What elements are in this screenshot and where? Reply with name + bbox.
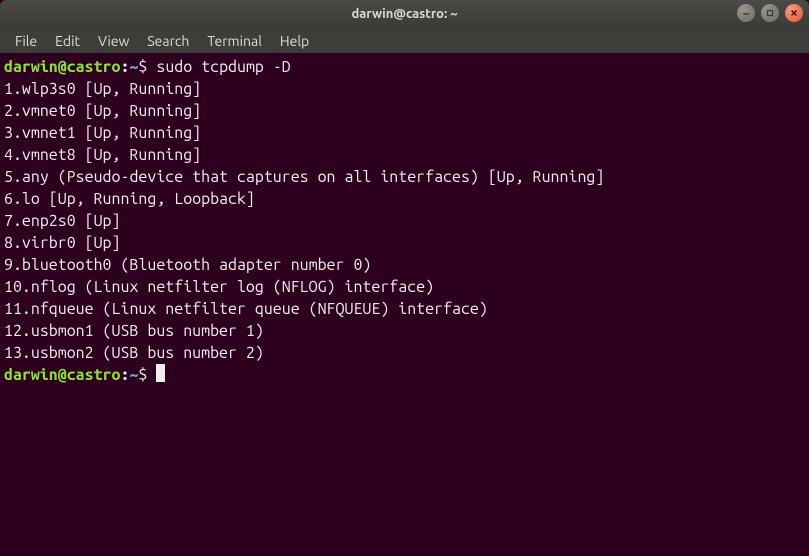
- output-line: 9.bluetooth0 (Bluetooth adapter number 0…: [4, 254, 805, 276]
- prompt-userhost: darwin@castro: [4, 58, 120, 76]
- output-line: 13.usbmon2 (USB bus number 2): [4, 342, 805, 364]
- output-line: 8.virbr0 [Up]: [4, 232, 805, 254]
- output-line: 5.any (Pseudo-device that captures on al…: [4, 166, 805, 188]
- close-icon: [790, 9, 798, 17]
- maximize-icon: [766, 9, 774, 17]
- command: sudo tcpdump -D: [156, 58, 290, 76]
- menu-view[interactable]: View: [89, 30, 138, 52]
- close-button[interactable]: [785, 4, 803, 22]
- menubar: File Edit View Search Terminal Help: [0, 28, 809, 53]
- output-line: 3.vmnet1 [Up, Running]: [4, 122, 805, 144]
- menu-terminal[interactable]: Terminal: [198, 30, 271, 52]
- output-line: 2.vmnet0 [Up, Running]: [4, 100, 805, 122]
- minimize-button[interactable]: [737, 4, 755, 22]
- window-controls: [737, 4, 803, 22]
- menu-edit[interactable]: Edit: [46, 30, 89, 52]
- output-line: 7.enp2s0 [Up]: [4, 210, 805, 232]
- output-line: 10.nflog (Linux netfilter log (NFLOG) in…: [4, 276, 805, 298]
- menu-help[interactable]: Help: [271, 30, 318, 52]
- menu-search[interactable]: Search: [138, 30, 198, 52]
- output-line: 6.lo [Up, Running, Loopback]: [4, 188, 805, 210]
- terminal[interactable]: darwin@castro:~$ sudo tcpdump -D 1.wlp3s…: [0, 53, 809, 556]
- prompt-line-1: darwin@castro:~$ sudo tcpdump -D: [4, 56, 805, 78]
- output-line: 11.nfqueue (Linux netfilter queue (NFQUE…: [4, 298, 805, 320]
- cursor: [156, 364, 165, 382]
- output-line: 1.wlp3s0 [Up, Running]: [4, 78, 805, 100]
- prompt-line-2: darwin@castro:~$: [4, 364, 805, 386]
- titlebar: darwin@castro: ~: [0, 0, 809, 28]
- maximize-button[interactable]: [761, 4, 779, 22]
- output-line: 4.vmnet8 [Up, Running]: [4, 144, 805, 166]
- output-line: 12.usbmon1 (USB bus number 1): [4, 320, 805, 342]
- prompt-userhost: darwin@castro: [4, 366, 120, 384]
- command-text: [147, 58, 156, 76]
- minimize-icon: [742, 9, 750, 17]
- window-title: darwin@castro: ~: [351, 7, 457, 21]
- menu-file[interactable]: File: [6, 30, 46, 52]
